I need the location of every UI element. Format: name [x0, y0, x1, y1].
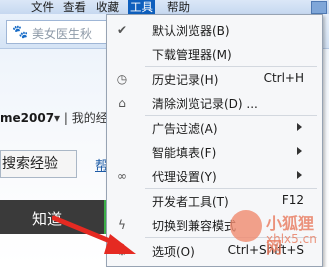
submenu-arrow-icon — [297, 147, 302, 155]
menu-item-smart-fill[interactable]: 智能填表(F) — [107, 141, 322, 163]
menu-help[interactable]: 帮助 — [167, 0, 190, 14]
link-icon: ∞ — [117, 169, 127, 183]
red-arrow-icon — [52, 215, 136, 254]
broom-icon: ⌂ — [118, 96, 126, 110]
username[interactable]: me2007▾ | 我的经 — [0, 109, 108, 126]
menu-item-ad-filter[interactable]: 广告过滤(A) — [107, 117, 322, 139]
menu-item-clear-history[interactable]: ⌂ 清除浏览记录(D) ... — [107, 92, 322, 114]
menu-item-history[interactable]: ◷ 历史记录(H) Ctrl+H — [107, 68, 322, 90]
fox-logo-icon — [230, 210, 262, 242]
menu-item-default-browser[interactable]: ✔ 默认浏览器(B) — [107, 19, 322, 41]
search-experience-button[interactable]: 搜索经验 — [0, 150, 77, 178]
menu-item-download-manager[interactable]: 下载管理器(M) — [107, 43, 322, 65]
user-menu[interactable]: ▾ | 我的经 — [54, 111, 108, 125]
menu-tools[interactable]: 工具 — [128, 0, 155, 14]
submenu-arrow-icon — [297, 171, 302, 179]
submenu-arrow-icon — [297, 123, 302, 131]
menu-separator — [145, 66, 317, 67]
watermark-url: xhlx5.cn — [266, 232, 317, 246]
address-text: 美女医生秋 — [32, 27, 93, 41]
menu-separator — [145, 115, 317, 116]
check-icon: ✔ — [116, 23, 128, 37]
menu-favorites[interactable]: 收藏 — [96, 0, 119, 14]
menu-bar: 文件 查看 收藏 工具 帮助 — [0, 0, 329, 14]
menu-item-developer-tools[interactable]: 开发者工具(T) F12 — [107, 190, 322, 212]
menu-file[interactable]: 文件 — [31, 0, 54, 14]
paw-icon: 🐾 — [12, 25, 29, 40]
menu-separator — [145, 188, 317, 189]
window-control-button[interactable] — [311, 1, 327, 14]
menu-view[interactable]: 查看 — [63, 0, 86, 14]
menu-item-proxy-settings[interactable]: ∞ 代理设置(Y) — [107, 165, 322, 187]
clock-icon: ◷ — [116, 72, 128, 86]
